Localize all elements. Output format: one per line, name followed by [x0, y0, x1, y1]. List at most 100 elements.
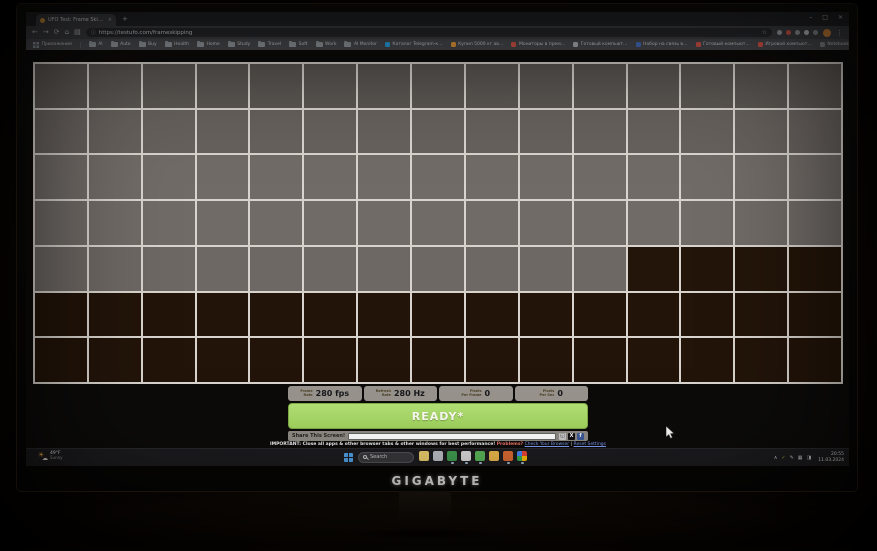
grid-cell [681, 64, 733, 108]
close-button[interactable]: × [838, 14, 843, 21]
new-tab-button[interactable]: + [122, 14, 128, 25]
grid-cell [789, 64, 841, 108]
taskbar-app-orange-app[interactable] [503, 451, 513, 464]
bookmark-apps-shortcut[interactable]: Приложения [33, 42, 81, 48]
tray-network-icon[interactable]: ▦ [798, 456, 803, 461]
bookmark-link[interactable]: Каталог Telegram-к… [385, 42, 443, 47]
app-icon [419, 451, 429, 461]
photo-scene: UFO Test: Frame Skipping Che × + – □ × ← → ⟳… [0, 0, 877, 551]
back-button[interactable]: ← [32, 29, 38, 36]
share-copy-icon[interactable]: ◱ [559, 433, 566, 440]
bookmark-folder[interactable]: AI [89, 42, 103, 47]
forward-button[interactable]: → [43, 29, 49, 36]
browser-tab[interactable]: UFO Test: Frame Skipping Che × [36, 14, 116, 26]
reading-list-button[interactable]: ▤ [74, 29, 81, 36]
bookmark-link[interactable]: Игровой компьют… [758, 42, 812, 47]
extension-icon[interactable] [795, 30, 800, 35]
home-button[interactable]: ⌂ [65, 29, 69, 36]
system-tray: ∧✓ ✎ ▦ ◨ 20:55 11.03.2024 [774, 449, 844, 466]
tray-pen-icon[interactable]: ✎ [790, 456, 794, 461]
site-info-icon[interactable]: ⓘ [91, 29, 96, 36]
taskbar-app-messenger-app[interactable] [475, 451, 485, 464]
bookmark-link[interactable]: Готовый компьют… [573, 42, 627, 47]
taskbar-search[interactable]: Search [358, 452, 414, 463]
address-bar[interactable]: ⓘ https://testufo.com/frameskipping ☆ [86, 28, 772, 37]
reload-button[interactable]: ⟳ [54, 29, 60, 36]
running-indicator [423, 462, 426, 464]
grid-cell [574, 201, 626, 245]
tray-volume-icon[interactable]: ◨ [807, 456, 812, 461]
bookmark-folder[interactable]: Soft [289, 42, 307, 47]
grid-cell [35, 201, 87, 245]
taskbar-app-folder-app[interactable] [489, 451, 499, 464]
grid-cell [143, 247, 195, 291]
stats-row: FrameRate280 fpsRefreshRate280 HzPixelsP… [288, 386, 588, 401]
bookmark-folder[interactable]: Buy [139, 42, 157, 47]
bookmark-link[interactable]: Мониторы в прем… [511, 42, 565, 47]
taskbar-clock[interactable]: 20:55 11.03.2024 [818, 452, 844, 463]
facebook-icon[interactable]: f [577, 433, 584, 440]
taskbar-app-chrome-app[interactable] [517, 451, 527, 464]
bookmark-star-icon[interactable]: ☆ [762, 29, 767, 36]
extension-icon[interactable] [804, 30, 809, 35]
tab-close-icon[interactable]: × [108, 17, 112, 23]
important-text: IMPORTANT: Close all apps & other browse… [270, 442, 495, 447]
start-button[interactable] [344, 453, 353, 462]
grid-cell [466, 110, 518, 154]
bookmark-folder[interactable]: AI Monitor [344, 42, 376, 47]
grid-cell [466, 201, 518, 245]
grid-cell [197, 247, 249, 291]
bookmark-link[interactable]: Готовый компьют… [696, 42, 750, 47]
grid-cell [197, 64, 249, 108]
extension-icon[interactable] [777, 30, 782, 35]
bookmark-link[interactable]: Набор на связь в… [636, 42, 688, 47]
maximize-button[interactable]: □ [822, 14, 828, 21]
menu-icon[interactable]: ⋮ [836, 29, 843, 37]
extension-icon[interactable] [813, 30, 818, 35]
bookmark-favicon [451, 42, 456, 47]
bookmark-label: Купил 5000 кг ав… [458, 42, 503, 47]
taskbar-app-notes-app[interactable] [433, 451, 443, 464]
taskbar-app-weather-app[interactable] [419, 451, 429, 464]
bookmark-folders: AI Auto Buy Health Home Study Travel Soft Work AI… [89, 42, 377, 47]
app-icon [461, 451, 471, 461]
bookmark-folder[interactable]: Home [197, 42, 220, 47]
reset-settings-link[interactable]: Reset Settings [574, 442, 606, 447]
bookmark-folder[interactable]: Auto [111, 42, 131, 47]
bookmark-link[interactable]: Купил 5000 кг ав… [451, 42, 504, 47]
grid-cell [143, 155, 195, 199]
grid-cell [735, 201, 787, 245]
profile-avatar[interactable] [823, 29, 831, 37]
bookmark-folder[interactable]: Health [165, 42, 189, 47]
weather-widget[interactable]: ☀ ☁ 49°F Sunny [38, 451, 63, 461]
grid-cell [735, 64, 787, 108]
ready-banner[interactable]: READY* [288, 403, 588, 429]
bookmark-link[interactable]: NotebookLM [820, 42, 849, 47]
grid-cell [358, 293, 410, 337]
app-icon [503, 451, 513, 461]
browser-tabstrip: UFO Test: Frame Skipping Che × + – □ × [26, 12, 849, 26]
tray-check-icon[interactable]: ✓ [781, 456, 785, 461]
share-url-input[interactable] [348, 433, 556, 440]
minimize-button[interactable]: – [809, 14, 812, 21]
grid-cell [628, 338, 680, 382]
grid-cell [304, 338, 356, 382]
taskbar-app-gray-app[interactable] [461, 451, 471, 464]
stat-label-line2: Rate [382, 394, 391, 398]
browser-toolbar: ← → ⟳ ⌂ ▤ ⓘ https://testufo.com/frameskippin… [26, 26, 849, 39]
running-indicator [493, 462, 496, 464]
taskbar-center: Search [344, 451, 527, 464]
x-twitter-icon[interactable]: X [568, 433, 575, 440]
extension-icon[interactable] [786, 30, 791, 35]
grid-cell [789, 110, 841, 154]
grid-cell [358, 247, 410, 291]
bookmark-folder[interactable]: Travel [258, 42, 281, 47]
grid-cell [412, 293, 464, 337]
check-browser-link[interactable]: Check Your Browser [525, 442, 570, 447]
bookmark-folder[interactable]: Study [228, 42, 251, 47]
bookmark-favicon [511, 42, 516, 47]
stat-label-line2: Rate [304, 394, 313, 398]
taskbar-app-green-app[interactable] [447, 451, 457, 464]
bookmark-folder[interactable]: Work [316, 42, 337, 47]
tray-chevron-icon[interactable]: ∧ [774, 456, 778, 461]
